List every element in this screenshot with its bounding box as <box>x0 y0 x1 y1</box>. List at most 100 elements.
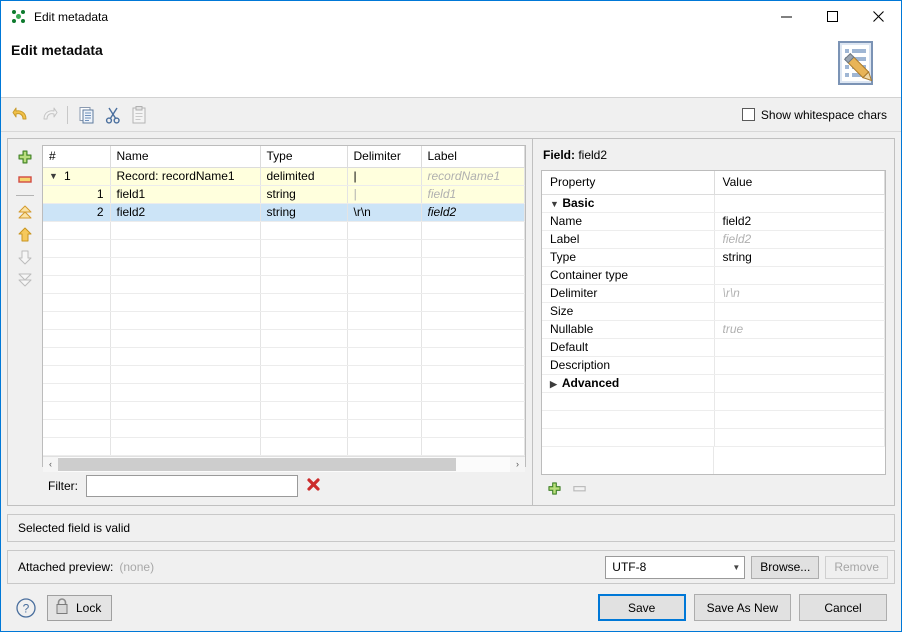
table-row[interactable]: Size <box>542 302 885 321</box>
column-header-property[interactable]: Property <box>542 171 715 195</box>
redo-icon <box>35 102 61 128</box>
row-name-cell[interactable]: Record: recordName1 <box>110 167 261 186</box>
save-button[interactable]: Save <box>597 594 686 621</box>
status-message: Selected field is valid <box>18 521 131 535</box>
undo-icon[interactable] <box>9 102 35 128</box>
property-value[interactable] <box>714 356 885 375</box>
column-header-type[interactable]: Type <box>260 146 348 168</box>
add-field-button[interactable] <box>14 147 36 166</box>
property-value[interactable]: true <box>714 320 885 339</box>
properties-table: Property Value ▼ Basic Name field2 Label… <box>542 171 885 447</box>
filter-row: Filter: <box>8 467 532 505</box>
property-value[interactable] <box>714 266 885 285</box>
table-row[interactable]: Container type <box>542 266 885 285</box>
filter-input[interactable] <box>86 475 298 497</box>
property-group-name[interactable]: ▶ Advanced <box>542 374 715 393</box>
minimize-button[interactable] <box>763 1 809 32</box>
table-row[interactable]: 1 field1 string | field1 <box>43 185 525 204</box>
chevron-right-icon[interactable]: ▶ <box>550 379 559 390</box>
window-controls <box>763 1 901 32</box>
property-name: Size <box>542 302 715 321</box>
lock-button[interactable]: Lock <box>47 594 113 621</box>
chevron-down-icon[interactable]: ▼ <box>732 563 740 572</box>
column-header-label[interactable]: Label <box>421 146 525 168</box>
property-value[interactable]: field2 <box>714 230 885 249</box>
attached-preview-label: Attached preview: <box>18 560 114 574</box>
main-content: # Name Type Delimiter Label ▼ 1 Record: … <box>1 132 901 506</box>
property-value[interactable]: field2 <box>714 212 885 231</box>
maximize-button[interactable] <box>809 1 855 32</box>
metadata-edit-icon <box>833 38 879 91</box>
encoding-select[interactable]: UTF-8 ▼ <box>605 555 746 579</box>
property-name: Nullable <box>542 320 715 339</box>
table-row[interactable]: Nullable true <box>542 320 885 339</box>
save-as-new-button[interactable]: Save As New <box>693 594 791 621</box>
table-row[interactable]: Default <box>542 338 885 357</box>
table-row[interactable]: 2 field2 string \r\n field2 <box>43 203 525 222</box>
table-row[interactable]: ▼ 1 Record: recordName1 delimited | recor… <box>43 167 525 186</box>
properties-table-header: Property Value <box>542 171 885 195</box>
row-delimiter-cell[interactable]: | <box>347 185 422 204</box>
table-row[interactable]: Delimiter \r\n <box>542 284 885 303</box>
column-header-num[interactable]: # <box>43 146 111 168</box>
property-group-row[interactable]: ▼ Basic <box>542 194 885 213</box>
move-up-button[interactable] <box>14 225 36 244</box>
filter-label: Filter: <box>48 479 78 493</box>
chevron-down-icon[interactable]: ▼ <box>550 199 559 209</box>
chevron-down-icon[interactable]: ▼ <box>49 171 58 181</box>
show-whitespace-checkbox[interactable]: Show whitespace chars <box>741 107 893 122</box>
fields-pane: # Name Type Delimiter Label ▼ 1 Record: … <box>7 138 533 506</box>
table-row[interactable]: Name field2 <box>542 212 885 231</box>
property-group-name[interactable]: ▼ Basic <box>542 194 715 213</box>
property-name: Default <box>542 338 715 357</box>
property-value[interactable] <box>714 302 885 321</box>
property-value[interactable]: string <box>714 248 885 267</box>
attached-preview-value: (none) <box>119 560 155 574</box>
properties-filler <box>542 446 885 474</box>
table-row-empty <box>43 419 525 438</box>
browse-button[interactable]: Browse... <box>751 555 820 579</box>
details-heading-value: field2 <box>578 148 608 162</box>
help-icon[interactable]: ? <box>15 597 37 619</box>
row-label-cell[interactable]: field1 <box>421 185 525 204</box>
row-name-cell[interactable]: field2 <box>110 203 261 222</box>
close-button[interactable] <box>855 1 901 32</box>
row-label-cell[interactable]: recordName1 <box>421 167 525 186</box>
move-top-button[interactable] <box>14 203 36 222</box>
row-type-cell[interactable]: string <box>260 185 348 204</box>
cancel-button[interactable]: Cancel <box>799 594 887 621</box>
edit-metadata-window: Edit metadata Edit metadata Show whitesp… <box>0 0 902 632</box>
table-row[interactable]: Label field2 <box>542 230 885 249</box>
table-row-empty <box>43 383 525 402</box>
scrollbar-thumb[interactable] <box>58 457 456 471</box>
horizontal-scrollbar[interactable]: ‹ › <box>43 455 525 472</box>
row-name-cell[interactable]: field1 <box>110 185 261 204</box>
column-header-name[interactable]: Name <box>110 146 261 168</box>
checkbox-box[interactable] <box>741 108 755 121</box>
property-value[interactable]: \r\n <box>714 284 885 303</box>
move-bottom-button <box>14 269 36 288</box>
fields-table-container: # Name Type Delimiter Label ▼ 1 Record: … <box>42 145 526 472</box>
table-row-empty <box>43 311 525 330</box>
table-row[interactable]: Type string <box>542 248 885 267</box>
scrollbar-track[interactable] <box>58 456 510 472</box>
property-group-row[interactable]: ▶ Advanced <box>542 374 885 393</box>
property-value[interactable] <box>714 338 885 357</box>
column-header-value[interactable]: Value <box>714 171 885 195</box>
row-label-cell[interactable]: field2 <box>421 203 525 222</box>
row-type-cell[interactable]: string <box>260 203 348 222</box>
properties-table-container: Property Value ▼ Basic Name field2 Label… <box>541 170 886 475</box>
row-delimiter-cell[interactable]: \r\n <box>347 203 422 222</box>
table-row[interactable]: Description <box>542 356 885 375</box>
copy-icon[interactable] <box>74 102 100 128</box>
show-whitespace-label: Show whitespace chars <box>760 107 887 122</box>
row-number-cell: 2 <box>43 203 111 222</box>
cut-icon[interactable] <box>100 102 126 128</box>
remove-field-button[interactable] <box>14 169 36 188</box>
details-heading-prefix: Field: <box>543 148 575 162</box>
row-delimiter-cell[interactable]: | <box>347 167 422 186</box>
row-type-cell[interactable]: delimited <box>260 167 348 186</box>
clear-filter-icon[interactable] <box>306 477 321 495</box>
add-property-button[interactable] <box>547 481 562 499</box>
column-header-delimiter[interactable]: Delimiter <box>347 146 422 168</box>
